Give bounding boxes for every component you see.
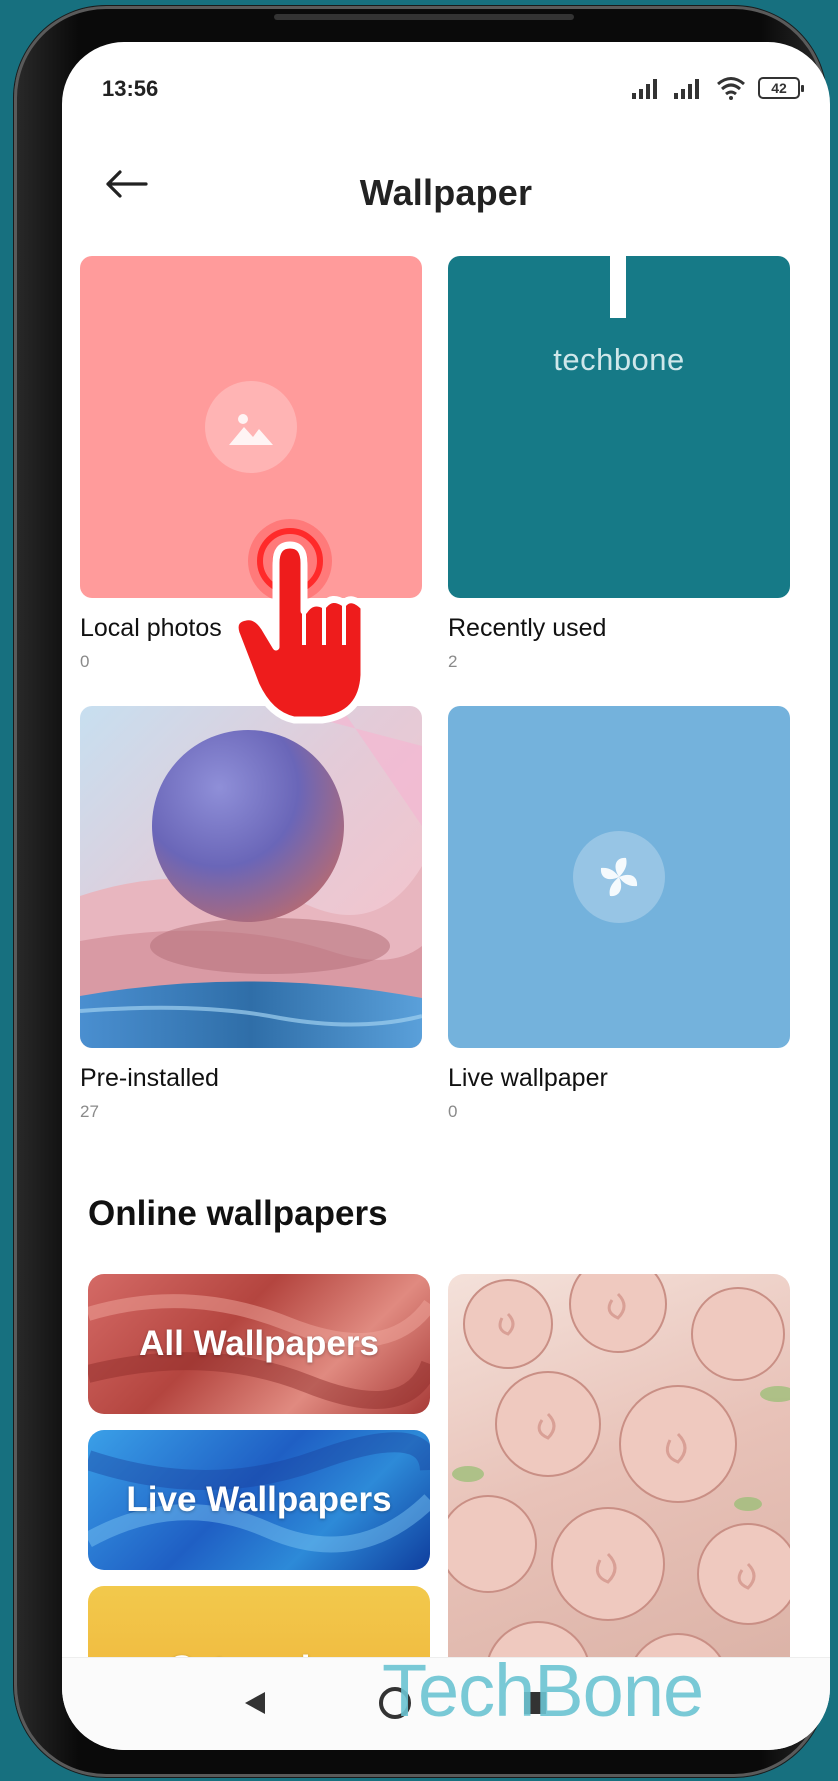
live-wallpaper-count: 0 xyxy=(448,1102,458,1121)
status-bar: 13:56 42 xyxy=(62,42,830,122)
wifi-icon xyxy=(717,77,745,100)
recently-used-thumb-text: techbone xyxy=(553,342,685,377)
live-wallpaper-label: Live wallpaper xyxy=(448,1064,608,1092)
app-header: Wallpaper xyxy=(62,134,830,234)
triangle-back-icon xyxy=(245,1692,265,1714)
screen: 13:56 42 Wallpaper Local photos 0 techbo… xyxy=(62,42,830,1750)
thumbnail-notch xyxy=(610,256,626,318)
recently-used-tile[interactable]: techbone xyxy=(448,256,790,598)
earpiece xyxy=(274,14,574,20)
local-photos-count: 0 xyxy=(80,652,90,671)
pinwheel-icon xyxy=(573,831,665,923)
local-photos-label: Local photos xyxy=(80,614,222,642)
pre-installed-count: 27 xyxy=(80,1102,99,1121)
all-wallpapers-card[interactable]: All Wallpapers xyxy=(88,1274,430,1414)
battery-level: 42 xyxy=(771,80,787,96)
status-time: 13:56 xyxy=(102,76,159,101)
recently-used-count: 2 xyxy=(448,652,458,671)
signal-icon xyxy=(632,79,657,99)
online-wallpapers-heading: Online wallpapers xyxy=(88,1194,388,1233)
pre-installed-label: Pre-installed xyxy=(80,1064,219,1092)
live-wallpapers-label: Live Wallpapers xyxy=(126,1480,392,1519)
image-icon xyxy=(205,381,297,473)
live-wallpapers-card[interactable]: Live Wallpapers xyxy=(88,1430,430,1570)
page-title: Wallpaper xyxy=(359,172,533,213)
status-icons: 42 xyxy=(632,74,804,102)
nav-back-button[interactable] xyxy=(230,1678,280,1728)
pre-installed-tile[interactable] xyxy=(80,706,422,1048)
battery-icon: 42 xyxy=(758,77,804,99)
recently-used-label: Recently used xyxy=(448,614,607,642)
all-wallpapers-label: All Wallpapers xyxy=(139,1324,379,1363)
tap-gesture-hand-icon xyxy=(232,519,368,724)
signal-icon xyxy=(674,79,699,99)
sphere-wallpaper-image xyxy=(80,706,422,1048)
phone-frame: 13:56 42 Wallpaper Local photos 0 techbo… xyxy=(14,6,830,1777)
live-wallpaper-tile[interactable] xyxy=(448,706,790,1048)
watermark-logo: TechBone xyxy=(382,1649,704,1732)
